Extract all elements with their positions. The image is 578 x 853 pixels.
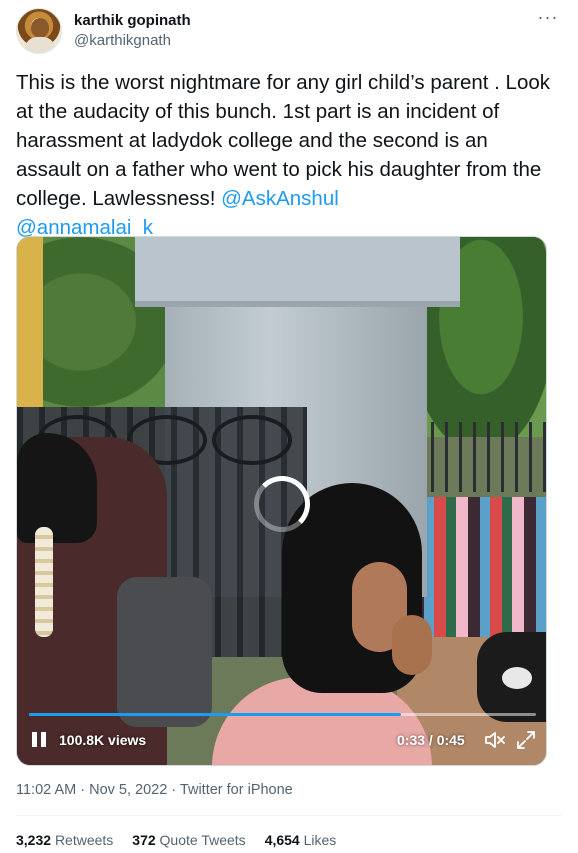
tweet-stats: 3,232 Retweets 372 Quote Tweets 4,654 Li…: [16, 832, 336, 848]
scene-crowd: [412, 497, 546, 637]
scene-wall: [17, 237, 43, 407]
avatar-face: [31, 18, 49, 38]
scene-gate-scroll: [212, 415, 292, 465]
likes-stat[interactable]: 4,654 Likes: [265, 832, 337, 848]
more-options-icon[interactable]: ···: [536, 8, 560, 30]
scene-bag: [117, 577, 212, 727]
likes-label: Likes: [303, 832, 337, 848]
divider: [16, 815, 562, 816]
avatar-body: [25, 37, 55, 53]
fullscreen-icon[interactable]: [515, 729, 537, 751]
scene-hand: [392, 615, 432, 675]
meta-separator: ·: [167, 782, 180, 798]
scene-flowers: [35, 527, 53, 637]
video-views: 100.8K views: [59, 732, 147, 748]
quotes-stat[interactable]: 372 Quote Tweets: [132, 832, 245, 848]
video-progress-fill: [29, 713, 401, 716]
retweets-stat[interactable]: 3,232 Retweets: [16, 832, 113, 848]
tweet-text: This is the worst nightmare for any girl…: [16, 68, 556, 242]
meta-separator: ·: [76, 782, 90, 798]
quotes-count: 372: [132, 832, 156, 848]
video-player[interactable]: 100.8K views 0:33 / 0:45: [16, 236, 547, 766]
author-handle[interactable]: @karthikgnath: [74, 32, 171, 49]
tweet-header: karthik gopinath @karthikgnath ···: [16, 8, 562, 56]
scene-fence: [417, 422, 546, 492]
tweet-date[interactable]: Nov 5, 2022: [89, 782, 167, 798]
pause-icon[interactable]: [29, 729, 49, 751]
author-name[interactable]: karthik gopinath: [74, 12, 191, 29]
video-controls: 100.8K views 0:33 / 0:45: [17, 723, 546, 763]
volume-icon[interactable]: [483, 729, 507, 751]
quotes-label: Quote Tweets: [159, 832, 246, 848]
video-time: 0:33 / 0:45: [397, 732, 465, 748]
scene-pillar-cap: [135, 237, 460, 307]
mention-askanshul[interactable]: @AskAnshul: [221, 187, 339, 210]
retweets-label: Retweets: [54, 832, 114, 848]
tweet-meta: 11:02 AM · Nov 5, 2022 · Twitter for iPh…: [16, 782, 293, 798]
likes-count: 4,654: [264, 832, 300, 848]
loading-spinner: [254, 476, 310, 532]
scene-scooter-light: [502, 667, 532, 689]
tweet-source[interactable]: Twitter for iPhone: [180, 782, 293, 798]
video-progress-bar[interactable]: [29, 713, 536, 716]
avatar[interactable]: [16, 8, 62, 54]
retweets-count: 3,232: [16, 832, 52, 848]
tweet-time[interactable]: 11:02 AM: [16, 782, 76, 798]
